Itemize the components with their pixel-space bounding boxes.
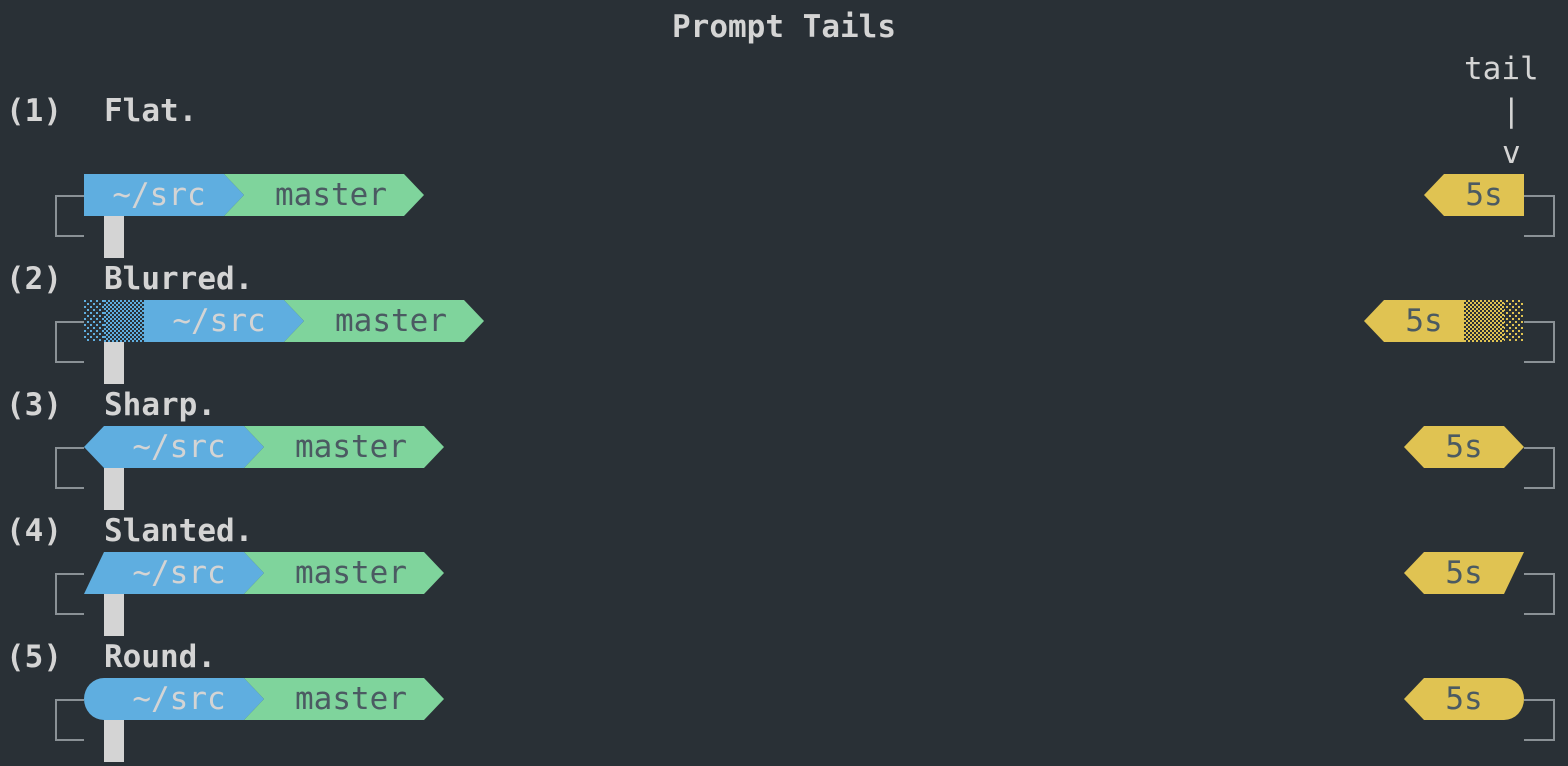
right-frame-bracket xyxy=(1524,321,1555,363)
right-frame-bracket xyxy=(1524,447,1555,489)
dir-tail-round xyxy=(84,678,104,720)
time-text: 5s xyxy=(1405,303,1443,339)
row-label: Flat. xyxy=(104,93,198,129)
time-text: 5s xyxy=(1445,681,1483,717)
row-label: Round. xyxy=(104,639,216,675)
row-label: Blurred. xyxy=(104,261,254,297)
time-tail-blur-light xyxy=(1504,300,1524,342)
dir-text: ~/src xyxy=(132,429,226,465)
row-label: Sharp. xyxy=(104,387,216,423)
dir-text: ~/src xyxy=(172,303,266,339)
row-number: (3) xyxy=(6,387,62,423)
time-text: 5s xyxy=(1445,429,1483,465)
prompt-shapes xyxy=(55,174,1555,762)
time-tail-slanted xyxy=(1504,552,1524,594)
time-tail-sharp xyxy=(1504,426,1524,468)
dir-tail-blur-light xyxy=(84,300,104,342)
dir-tail-blur-dense xyxy=(124,300,144,342)
right-frame-bracket xyxy=(1524,195,1555,237)
branch-text: master xyxy=(335,303,447,339)
cursor-block xyxy=(104,342,124,384)
time-text: 5s xyxy=(1465,177,1503,213)
dir-text: ~/src xyxy=(112,177,206,213)
dir-tail-blur-mid xyxy=(104,300,124,342)
cursor-block xyxy=(104,720,124,762)
left-frame-bracket xyxy=(55,321,84,363)
cursor-block xyxy=(104,468,124,510)
dir-tail-slanted xyxy=(84,552,104,594)
dir-tail-sharp xyxy=(84,426,104,468)
dir-text: ~/src xyxy=(132,555,226,591)
cursor-block xyxy=(104,594,124,636)
branch-text: master xyxy=(275,177,387,213)
row-number: (4) xyxy=(6,513,62,549)
right-frame-bracket xyxy=(1524,699,1555,741)
time-tail-blur-dense xyxy=(1464,300,1484,342)
left-frame-bracket xyxy=(55,699,84,741)
left-frame-bracket xyxy=(55,447,84,489)
time-text: 5s xyxy=(1445,555,1483,591)
row-number: (1) xyxy=(6,93,62,129)
row-number: (5) xyxy=(6,639,62,675)
time-tail-blur-mid xyxy=(1484,300,1504,342)
time-tail-round xyxy=(1504,678,1524,720)
row-label: Slanted. xyxy=(104,513,254,549)
dir-text: ~/src xyxy=(132,681,226,717)
right-frame-bracket xyxy=(1524,573,1555,615)
cursor-block xyxy=(104,216,124,258)
left-frame-bracket xyxy=(55,195,84,237)
row-number: (2) xyxy=(6,261,62,297)
branch-text: master xyxy=(295,429,407,465)
left-frame-bracket xyxy=(55,573,84,615)
branch-text: master xyxy=(295,555,407,591)
branch-text: master xyxy=(295,681,407,717)
